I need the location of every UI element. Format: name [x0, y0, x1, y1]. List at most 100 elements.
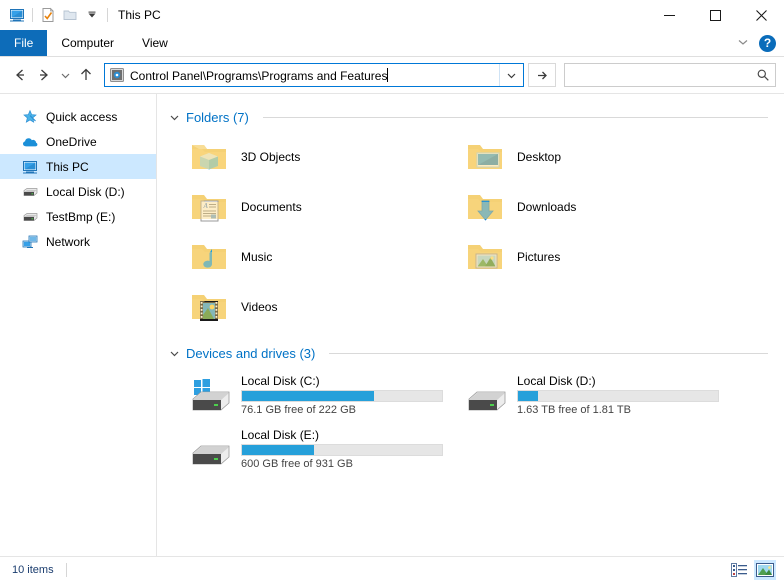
- maximize-button[interactable]: [692, 0, 738, 30]
- windows-drive-icon: [187, 375, 233, 415]
- customize-dropdown-icon[interactable]: [81, 4, 103, 26]
- capacity-bar-fill: [518, 390, 538, 401]
- monitor-icon: [22, 159, 38, 175]
- drive-item-local-disk-d[interactable]: Local Disk (D:) 1.63 TB free of 1.81 TB: [445, 368, 721, 422]
- text-caret: [387, 67, 389, 82]
- folder-item-music[interactable]: Music: [169, 232, 445, 282]
- folder-item-desktop[interactable]: Desktop: [445, 132, 721, 182]
- sidebar-item-quick-access[interactable]: Quick access: [0, 104, 156, 129]
- folder-3d-objects-icon: [187, 135, 231, 179]
- folders-tiles: 3D Objects Desktop A Documents Downloads…: [169, 132, 784, 332]
- search-box[interactable]: [564, 63, 776, 87]
- go-button[interactable]: [528, 63, 556, 87]
- group-rule: [329, 352, 768, 354]
- folder-item-pictures[interactable]: Pictures: [445, 232, 721, 282]
- qat-separator-1: [32, 8, 33, 22]
- this-pc-icon[interactable]: [6, 4, 28, 26]
- sidebar-item-network[interactable]: Network: [0, 229, 156, 254]
- capacity-bar: [241, 443, 443, 456]
- group-rule: [262, 116, 768, 118]
- folder-label: 3D Objects: [241, 150, 301, 164]
- up-button[interactable]: [74, 63, 98, 87]
- sidebar-item-label: OneDrive: [46, 134, 97, 149]
- folder-label: Documents: [241, 200, 302, 214]
- navigation-pane: Quick access OneDrive This PC Local Disk…: [0, 94, 157, 556]
- folder-music-icon: [187, 235, 231, 279]
- capacity-bar: [241, 389, 443, 402]
- drive-item-local-disk-c[interactable]: Local Disk (C:) 76.1 GB free of 222 GB: [169, 368, 445, 422]
- sidebar-item-this-pc[interactable]: This PC: [0, 154, 156, 179]
- tab-file[interactable]: File: [0, 30, 48, 56]
- drive-info: Local Disk (C:) 76.1 GB free of 222 GB: [241, 374, 443, 417]
- window-controls: [646, 0, 784, 30]
- star-pin-icon: [22, 109, 38, 125]
- title-bar: This PC: [0, 0, 784, 30]
- drive-free-text: 600 GB free of 931 GB: [241, 457, 353, 470]
- back-button[interactable]: [8, 63, 32, 87]
- help-icon[interactable]: ?: [759, 34, 776, 52]
- quick-access-toolbar: [6, 4, 112, 26]
- sidebar-item-label: Network: [46, 234, 91, 249]
- folder-item-3d-objects[interactable]: 3D Objects: [169, 132, 445, 182]
- item-count-label: 10 items: [12, 563, 54, 576]
- drive-info: Local Disk (E:) 600 GB free of 931 GB: [241, 428, 443, 471]
- drive-free-text: 1.63 TB free of 1.81 TB: [517, 403, 631, 416]
- folder-item-videos[interactable]: Videos: [169, 282, 445, 332]
- tab-view[interactable]: View: [128, 30, 182, 56]
- close-button[interactable]: [738, 0, 784, 30]
- recent-locations-button[interactable]: [56, 63, 74, 87]
- folder-downloads-icon: [463, 185, 507, 229]
- address-input[interactable]: Control Panel\Programs\Programs and Feat…: [126, 67, 499, 83]
- chevron-down-icon[interactable]: [169, 112, 180, 123]
- search-icon[interactable]: [755, 68, 771, 82]
- capacity-bar-fill: [242, 444, 314, 455]
- drives-tiles: Local Disk (C:) 76.1 GB free of 222 GB L…: [169, 368, 784, 476]
- folder-label: Desktop: [517, 150, 562, 164]
- file-explorer-window: This PC File Computer View ? Control Pan…: [0, 0, 784, 582]
- sidebar-item-onedrive[interactable]: OneDrive: [0, 129, 156, 154]
- sidebar-item-label: Quick access: [46, 109, 118, 124]
- view-mode-buttons: [728, 559, 776, 580]
- file-list-view[interactable]: Folders (7) 3D Objects Desktop A Documen…: [157, 94, 784, 556]
- drive-item-local-disk-e[interactable]: Local Disk (E:) 600 GB free of 931 GB: [169, 422, 445, 476]
- folder-label: Videos: [241, 300, 278, 314]
- forward-button[interactable]: [32, 63, 56, 87]
- group-title: Folders (7): [186, 109, 249, 125]
- folder-item-downloads[interactable]: Downloads: [445, 182, 721, 232]
- cloud-icon: [22, 134, 38, 150]
- drive-icon: [22, 184, 38, 200]
- window-title: This PC: [118, 8, 161, 22]
- tab-computer[interactable]: Computer: [47, 30, 128, 56]
- minimize-button[interactable]: [646, 0, 692, 30]
- ribbon-tab-bar: File Computer View ?: [0, 30, 784, 57]
- chevron-down-icon[interactable]: [169, 348, 180, 359]
- large-icons-view-button[interactable]: [754, 559, 776, 580]
- group-header-devices-and-drives[interactable]: Devices and drives (3): [169, 342, 784, 364]
- drive-label: Local Disk (E:): [241, 427, 320, 442]
- folder-desktop-icon: [463, 135, 507, 179]
- address-bar[interactable]: Control Panel\Programs\Programs and Feat…: [104, 63, 524, 87]
- drive-label: Local Disk (C:): [241, 373, 320, 388]
- folder-item-documents[interactable]: A Documents: [169, 182, 445, 232]
- folder-pictures-icon: [463, 235, 507, 279]
- chevron-down-icon[interactable]: [737, 36, 749, 51]
- status-bar: 10 items: [0, 556, 784, 582]
- status-separator: [65, 562, 67, 577]
- sidebar-item-label: TestBmp (E:): [46, 209, 116, 224]
- drive-free-text: 76.1 GB free of 222 GB: [241, 403, 356, 416]
- group-header-folders[interactable]: Folders (7): [169, 106, 784, 128]
- new-folder-icon[interactable]: [59, 4, 81, 26]
- sidebar-item-label: Local Disk (D:): [46, 184, 125, 199]
- control-panel-icon: [108, 66, 126, 84]
- details-view-button[interactable]: [728, 560, 750, 580]
- properties-icon[interactable]: [37, 4, 59, 26]
- sidebar-item-testbmp-e[interactable]: TestBmp (E:): [0, 204, 156, 229]
- drive-label: Local Disk (D:): [517, 373, 596, 388]
- explorer-body: Quick access OneDrive This PC Local Disk…: [0, 93, 784, 556]
- search-input[interactable]: [573, 68, 755, 82]
- address-dropdown-icon[interactable]: [499, 64, 523, 86]
- sidebar-item-local-disk-d[interactable]: Local Disk (D:): [0, 179, 156, 204]
- capacity-bar: [517, 389, 719, 402]
- folder-label: Pictures: [517, 250, 561, 264]
- folder-label: Music: [241, 250, 273, 264]
